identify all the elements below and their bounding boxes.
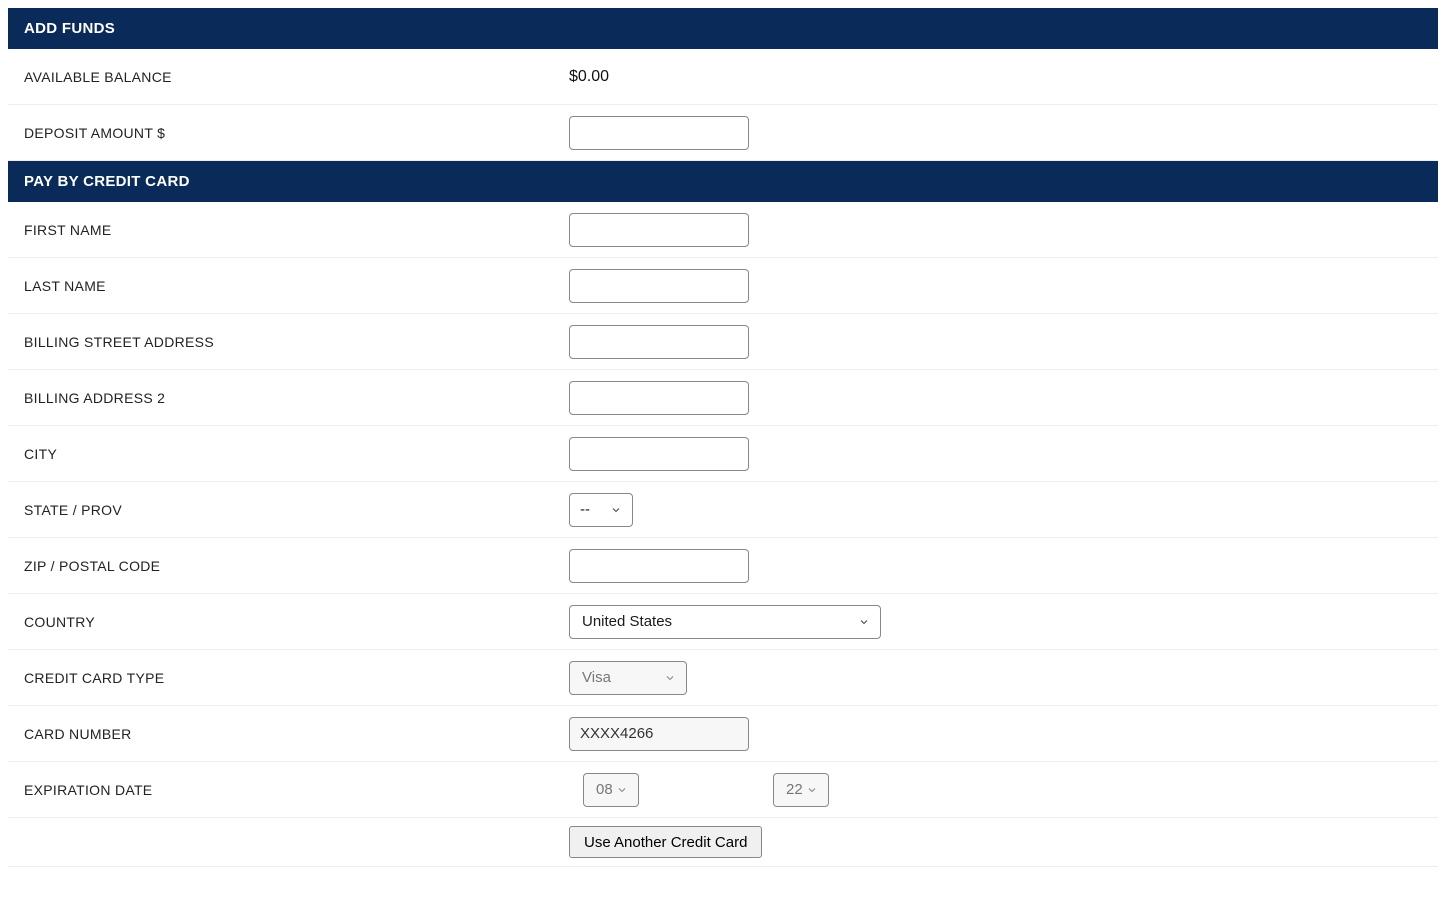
card-type-label: CREDIT CARD TYPE xyxy=(24,670,569,686)
row-deposit-amount: DEPOSIT AMOUNT $ xyxy=(8,105,1438,161)
row-city: CITY xyxy=(8,426,1438,482)
state-select-value: -- xyxy=(580,501,590,518)
chevron-down-icon xyxy=(610,504,622,516)
billing-street-label: BILLING STREET ADDRESS xyxy=(24,334,569,350)
expiration-month-select[interactable]: 08 xyxy=(583,773,639,807)
row-billing-address2: BILLING ADDRESS 2 xyxy=(8,370,1438,426)
chevron-down-icon xyxy=(664,672,676,684)
available-balance-label: AVAILABLE BALANCE xyxy=(24,69,569,85)
expiration-label: EXPIRATION DATE xyxy=(24,782,569,798)
row-expiration: EXPIRATION DATE 08 22 xyxy=(8,762,1438,818)
section-header-pay-by-credit-card: PAY BY CREDIT CARD xyxy=(8,161,1438,202)
first-name-input[interactable] xyxy=(569,213,749,247)
card-number-label: CARD NUMBER xyxy=(24,726,569,742)
row-card-type: CREDIT CARD TYPE Visa xyxy=(8,650,1438,706)
last-name-label: LAST NAME xyxy=(24,278,569,294)
city-input[interactable] xyxy=(569,437,749,471)
chevron-down-icon xyxy=(616,784,628,796)
expiration-year-select[interactable]: 22 xyxy=(773,773,829,807)
card-type-select-value: Visa xyxy=(582,669,611,686)
country-select[interactable]: United States xyxy=(569,605,881,639)
last-name-input[interactable] xyxy=(569,269,749,303)
row-card-number: CARD NUMBER xyxy=(8,706,1438,762)
city-label: CITY xyxy=(24,446,569,462)
billing-address2-input[interactable] xyxy=(569,381,749,415)
row-country: COUNTRY United States xyxy=(8,594,1438,650)
deposit-amount-input[interactable] xyxy=(569,116,749,150)
zip-input[interactable] xyxy=(569,549,749,583)
first-name-label: FIRST NAME xyxy=(24,222,569,238)
use-another-card-button[interactable]: Use Another Credit Card xyxy=(569,826,762,858)
row-zip: ZIP / POSTAL CODE xyxy=(8,538,1438,594)
deposit-amount-label: DEPOSIT AMOUNT $ xyxy=(24,125,569,141)
chevron-down-icon xyxy=(858,616,870,628)
card-number-input[interactable] xyxy=(569,717,749,751)
expiration-year-value: 22 xyxy=(786,781,803,798)
country-label: COUNTRY xyxy=(24,614,569,630)
state-select[interactable]: -- xyxy=(569,493,633,527)
section-header-add-funds: ADD FUNDS xyxy=(8,8,1438,49)
row-first-name: FIRST NAME xyxy=(8,202,1438,258)
card-type-select[interactable]: Visa xyxy=(569,661,687,695)
row-billing-street: BILLING STREET ADDRESS xyxy=(8,314,1438,370)
available-balance-value: $0.00 xyxy=(569,68,609,86)
row-use-another-card: Use Another Credit Card xyxy=(8,818,1438,867)
chevron-down-icon xyxy=(806,784,818,796)
country-select-value: United States xyxy=(582,613,672,630)
state-label: STATE / PROV xyxy=(24,502,569,518)
expiration-month-value: 08 xyxy=(596,781,613,798)
billing-street-input[interactable] xyxy=(569,325,749,359)
zip-label: ZIP / POSTAL CODE xyxy=(24,558,569,574)
billing-address2-label: BILLING ADDRESS 2 xyxy=(24,390,569,406)
row-state: STATE / PROV -- xyxy=(8,482,1438,538)
row-last-name: LAST NAME xyxy=(8,258,1438,314)
row-available-balance: AVAILABLE BALANCE $0.00 xyxy=(8,49,1438,105)
